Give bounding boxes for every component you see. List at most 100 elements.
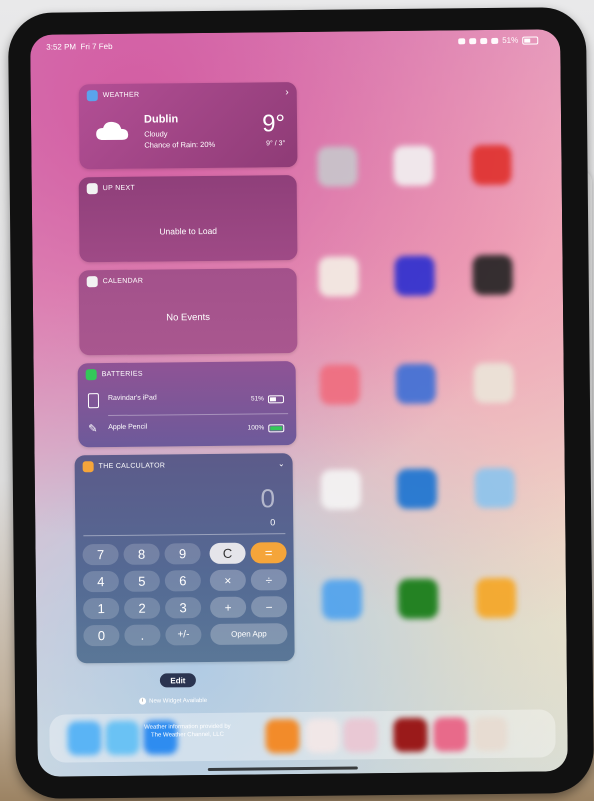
new-widget-text: New Widget Available [149, 697, 208, 705]
status-icons: 51% [458, 35, 539, 45]
weather-city: Dublin [143, 113, 179, 126]
upnext-message: Unable to Load [159, 225, 218, 237]
new-widget-notice[interactable]: i New Widget Available [139, 697, 207, 705]
dock-app-music[interactable] [265, 719, 300, 754]
app-icon-tips[interactable] [393, 145, 434, 187]
batteries-header-label: BATTERIES [101, 370, 143, 379]
battery-row-pencil: ✎ Apple Pencil 100% [86, 418, 288, 442]
weather-header-label: WEATHER [102, 91, 140, 100]
key-1[interactable]: 1 [83, 597, 120, 620]
calculator-widget[interactable]: THE CALCULATOR ⌄ 0 0 7 8 9 C = 4 5 6 × ÷… [74, 453, 295, 664]
sign-toggle-button[interactable]: +/- [165, 624, 202, 646]
moon-icon [469, 37, 477, 44]
key-9[interactable]: 9 [164, 543, 201, 565]
weather-widget[interactable]: WEATHER › Dublin Cloudy Chance of Rain: … [78, 82, 298, 170]
key-4[interactable]: 4 [82, 570, 119, 593]
upnext-widget-header: UP NEXT [86, 183, 136, 195]
weather-condition: Cloudy [144, 129, 168, 139]
calculator-display-sub: 0 [270, 517, 276, 528]
home-indicator[interactable] [207, 766, 358, 771]
key-5[interactable]: 5 [123, 570, 160, 592]
upnext-app-icon [86, 183, 98, 195]
weather-widget-header: WEATHER [86, 90, 140, 102]
ipad-frame: 3:52 PM Fri 7 Feb 51% WEATHER › Dublin C… [7, 6, 594, 800]
multiply-button[interactable]: × [209, 569, 246, 591]
dock-app-safari[interactable] [67, 721, 102, 756]
upnext-widget[interactable]: UP NEXT Unable to Load [78, 175, 298, 263]
status-time-text: 3:52 PM [46, 42, 77, 52]
battery-device-name: Apple Pencil [108, 423, 148, 432]
battery-level-icon [268, 424, 285, 433]
app-icon-notes[interactable] [320, 469, 362, 510]
weather-hilo: 9° / 3° [266, 140, 286, 148]
dock-app-chrome[interactable] [473, 716, 508, 752]
calendar-message: No Events [166, 311, 211, 324]
batteries-app-icon [85, 369, 97, 381]
batteries-widget-header: BATTERIES [85, 369, 143, 381]
app-icon-app-store[interactable] [396, 468, 438, 509]
key-7[interactable]: 7 [82, 543, 119, 566]
batteries-widget[interactable]: BATTERIES Ravindar's iPad 51% ✎ Apple Pe… [77, 361, 297, 448]
open-app-button[interactable]: Open App [210, 623, 288, 645]
calculator-app-icon [82, 461, 94, 473]
app-icon-chrome[interactable] [473, 362, 515, 404]
battery-icon [522, 35, 539, 45]
calculator-widget-header: THE CALCULATOR [82, 460, 166, 473]
key-6[interactable]: 6 [164, 570, 201, 592]
weather-rain: Chance of Rain: 20% [144, 139, 216, 150]
chevron-right-icon[interactable]: › [285, 87, 288, 98]
add-button[interactable]: + [210, 596, 247, 618]
app-icon-news[interactable] [471, 144, 512, 186]
decimal-button[interactable]: . [124, 624, 161, 646]
app-icon-find-my[interactable] [397, 578, 439, 619]
chevron-down-icon[interactable]: ⌄ [278, 459, 285, 468]
app-icon-photos[interactable] [319, 364, 361, 405]
key-8[interactable]: 8 [123, 543, 160, 565]
dock-app-netflix[interactable] [393, 717, 428, 753]
weather-temp: 9° [261, 110, 286, 138]
ipad-device-icon [87, 393, 100, 409]
key-0[interactable]: 0 [83, 624, 120, 647]
edit-button[interactable]: Edit [159, 673, 196, 688]
battery-level-icon [267, 395, 285, 404]
app-icon-calendar[interactable] [318, 256, 359, 297]
upnext-header-label: UP NEXT [102, 184, 136, 193]
location-icon [480, 37, 488, 44]
calendar-widget[interactable]: CALENDAR No Events [78, 268, 298, 356]
status-bar: 3:52 PM Fri 7 Feb 51% [30, 29, 560, 55]
calendar-app-icon [86, 276, 98, 288]
weather-attribution: Weather information provided by The Weat… [117, 722, 257, 739]
cloud-icon [95, 120, 129, 142]
pencil-icon: ✎ [88, 423, 98, 436]
calculator-divider [83, 533, 286, 537]
equals-button[interactable]: = [250, 542, 287, 564]
divide-button[interactable]: ÷ [250, 569, 287, 591]
status-time: 3:52 PM Fri 7 Feb [46, 42, 112, 52]
lock-rotation-icon [491, 37, 499, 44]
battery-row-ipad: Ravindar's iPad 51% [86, 389, 288, 413]
calculator-display-main: 0 [260, 483, 276, 514]
dock-app-calendar[interactable] [343, 718, 378, 753]
attribution-line-2: The Weather Channel, LLC [150, 731, 224, 739]
info-icon: i [139, 697, 147, 705]
app-icon-settings[interactable] [394, 255, 435, 297]
app-icon-weather[interactable] [321, 579, 363, 620]
dock-app-books[interactable] [433, 717, 468, 752]
ipad-screen: 3:52 PM Fri 7 Feb 51% WEATHER › Dublin C… [30, 29, 568, 777]
clear-button[interactable]: C [209, 542, 246, 564]
app-icon-clock[interactable] [317, 146, 358, 187]
app-icon-mail[interactable] [475, 577, 517, 619]
battery-divider [108, 413, 289, 417]
calendar-widget-header: CALENDAR [86, 276, 144, 288]
app-icon-maps[interactable] [474, 467, 516, 509]
calculator-header-label: THE CALCULATOR [98, 462, 166, 471]
key-3[interactable]: 3 [165, 597, 202, 619]
wifi-icon [458, 37, 466, 44]
battery-device-name: Ravindar's iPad [107, 394, 157, 403]
calendar-header-label: CALENDAR [102, 277, 144, 286]
subtract-button[interactable]: − [251, 596, 288, 618]
dock-app-photos[interactable] [305, 718, 340, 753]
app-icon-camera[interactable] [472, 254, 513, 296]
app-icon-files[interactable] [395, 363, 437, 405]
key-2[interactable]: 2 [124, 597, 161, 619]
